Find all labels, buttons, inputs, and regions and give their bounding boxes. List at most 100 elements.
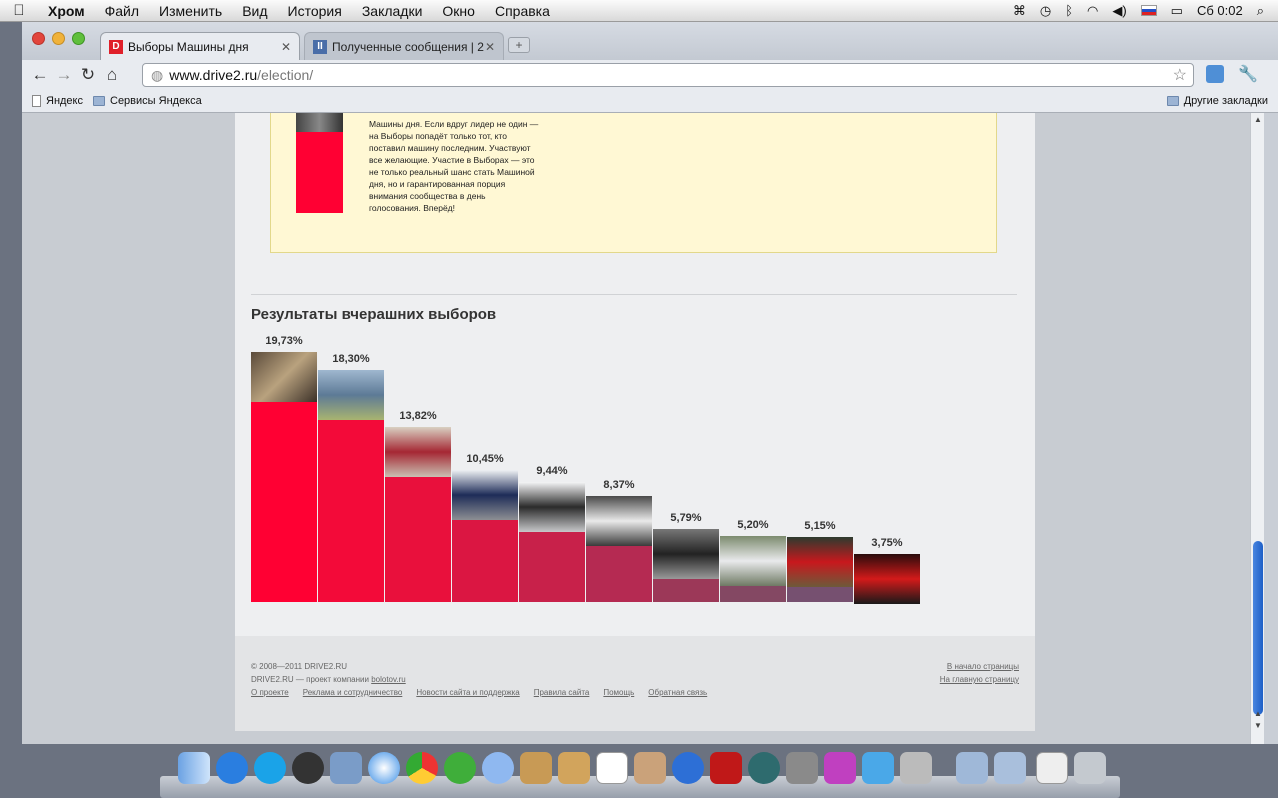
skype-icon[interactable] [254, 752, 286, 784]
menu-history[interactable]: История [278, 3, 352, 19]
car-photo-thumbnail[interactable] [296, 113, 343, 132]
finder-icon[interactable] [178, 752, 210, 784]
itunes-icon[interactable] [672, 752, 704, 784]
safari-icon[interactable] [368, 752, 400, 784]
footer-to-home-link[interactable]: На главную страницу [940, 675, 1019, 684]
bluetooth-icon[interactable]: ᛒ [1065, 3, 1073, 18]
footer-link-help[interactable]: Помощь [603, 688, 634, 697]
bookmark-other[interactable]: Другие закладки [1166, 95, 1268, 107]
car-photo-thumbnail[interactable] [720, 536, 786, 586]
address-bar[interactable]: ◍ www.drive2.ru /election/ ☆ [142, 63, 1194, 87]
input-language-flag-icon[interactable] [1140, 5, 1157, 16]
photo-booth-icon[interactable] [710, 752, 742, 784]
result-bar[interactable]: 5,79% [653, 328, 719, 602]
system-preferences-icon[interactable] [786, 752, 818, 784]
menu-window[interactable]: Окно [432, 3, 485, 19]
display-icon[interactable] [824, 752, 856, 784]
iphoto-icon[interactable] [634, 752, 666, 784]
footer-link-rules[interactable]: Правила сайта [534, 688, 590, 697]
tab-messages[interactable]: II Полученные сообщения | 2 ✕ [304, 32, 504, 60]
spotlight-search-icon[interactable]: ⌕ [1257, 3, 1264, 19]
dashboard-icon[interactable] [292, 752, 324, 784]
footer-to-top-link[interactable]: В начало страницы [947, 662, 1019, 671]
address-book-icon[interactable] [520, 752, 552, 784]
close-tab-icon[interactable]: ✕ [485, 40, 495, 54]
result-bar[interactable]: 19,73% [251, 328, 317, 602]
car-photo-thumbnail[interactable] [385, 427, 451, 477]
result-bar[interactable]: 3,75% [854, 328, 920, 604]
extension-icon[interactable] [1206, 65, 1224, 83]
volume-icon[interactable]: ◀) [1112, 3, 1126, 19]
app-store-icon[interactable] [216, 752, 248, 784]
car-photo-thumbnail[interactable] [787, 537, 853, 587]
car-photo-thumbnail[interactable] [452, 470, 518, 520]
back-arrow-icon[interactable]: ← [28, 65, 52, 85]
icq-icon[interactable] [444, 752, 476, 784]
menu-view[interactable]: Вид [232, 3, 277, 19]
car-photo-thumbnail[interactable] [586, 496, 652, 546]
page-viewport: Машины дня. Если вдруг лидер не один — н… [22, 113, 1250, 744]
wifi-icon[interactable]: ◠ [1087, 3, 1098, 19]
result-bar[interactable]: 18,30% [318, 328, 384, 602]
forward-arrow-icon[interactable]: → [52, 65, 76, 85]
tab-elections[interactable]: D Выборы Машины дня ✕ [100, 32, 300, 60]
bookmark-star-icon[interactable]: ☆ [1173, 65, 1187, 85]
scroll-up-icon[interactable]: ▲ [1251, 115, 1265, 124]
menu-file[interactable]: Файл [95, 3, 149, 19]
close-tab-icon[interactable]: ✕ [281, 40, 291, 54]
result-bar[interactable]: 8,37% [586, 328, 652, 602]
apple-icon[interactable]:  [0, 2, 38, 19]
close-window-button[interactable] [32, 32, 45, 45]
home-icon[interactable]: ⌂ [100, 65, 124, 85]
tab-title: Выборы Машины дня [128, 39, 249, 54]
network-icon[interactable] [900, 752, 932, 784]
msn-messenger-icon[interactable] [862, 752, 894, 784]
documents-folder-icon[interactable] [994, 752, 1026, 784]
applications-folder-icon[interactable] [956, 752, 988, 784]
footer-link-ads[interactable]: Реклама и сотрудничество [303, 688, 403, 697]
menu-bookmarks[interactable]: Закладки [352, 3, 433, 19]
result-bar[interactable]: 13,82% [385, 328, 451, 602]
ichat-icon[interactable] [482, 752, 514, 784]
footer-link-about[interactable]: О проекте [251, 688, 289, 697]
bookmark-yandex[interactable]: Яндекс [32, 95, 83, 107]
keyboard-command-icon[interactable]: ⌘ [1013, 3, 1026, 19]
footer-project-text: DRIVE2.RU — проект компании [251, 675, 369, 684]
result-bar[interactable]: 5,15% [787, 328, 853, 602]
bookmark-yandex-services[interactable]: Сервисы Яндекса [93, 95, 202, 107]
battery-icon[interactable]: ▭ [1171, 3, 1183, 19]
result-bar[interactable]: 5,20% [720, 328, 786, 602]
car-photo-thumbnail[interactable] [854, 554, 920, 604]
car-photo-thumbnail[interactable] [318, 370, 384, 420]
minimize-window-button[interactable] [52, 32, 65, 45]
reload-icon[interactable]: ↻ [76, 65, 100, 85]
chrome-icon[interactable] [406, 752, 438, 784]
car-photo-thumbnail[interactable] [251, 352, 317, 402]
result-bar[interactable]: 10,45% [452, 328, 518, 602]
result-bar[interactable]: 9,44% [519, 328, 585, 602]
footer-link-news[interactable]: Новости сайта и поддержка [416, 688, 519, 697]
footer-company-link[interactable]: bolotov.ru [371, 675, 406, 684]
car-photo-thumbnail[interactable] [519, 482, 585, 532]
new-tab-button[interactable]: + [508, 37, 530, 53]
footer-links: О проекте Реклама и сотрудничество Новос… [251, 688, 707, 697]
mail-icon[interactable] [330, 752, 362, 784]
menu-edit[interactable]: Изменить [149, 3, 232, 19]
vertical-scrollbar[interactable]: ▲ ▲ ▼ [1250, 113, 1264, 744]
map-beta-icon[interactable] [558, 752, 590, 784]
trash-icon[interactable] [1074, 752, 1106, 784]
time-machine-icon[interactable]: ◷ [1040, 3, 1051, 19]
scroll-up-icon[interactable]: ▲ [1251, 709, 1265, 718]
time-machine-dock-icon[interactable] [748, 752, 780, 784]
menu-help[interactable]: Справка [485, 3, 560, 19]
zoom-window-button[interactable] [72, 32, 85, 45]
wrench-settings-icon[interactable]: 🔧 [1238, 64, 1258, 84]
scroll-down-icon[interactable]: ▼ [1251, 721, 1265, 730]
car-photo-thumbnail[interactable] [653, 529, 719, 579]
menu-app-name[interactable]: Хром [38, 3, 95, 19]
menubar-clock[interactable]: Сб 0:02 [1197, 3, 1243, 18]
downloads-stack-icon[interactable] [1036, 752, 1068, 784]
footer-link-feedback[interactable]: Обратная связь [648, 688, 707, 697]
calendar-icon[interactable] [596, 752, 628, 784]
scrollbar-thumb[interactable] [1253, 541, 1263, 715]
